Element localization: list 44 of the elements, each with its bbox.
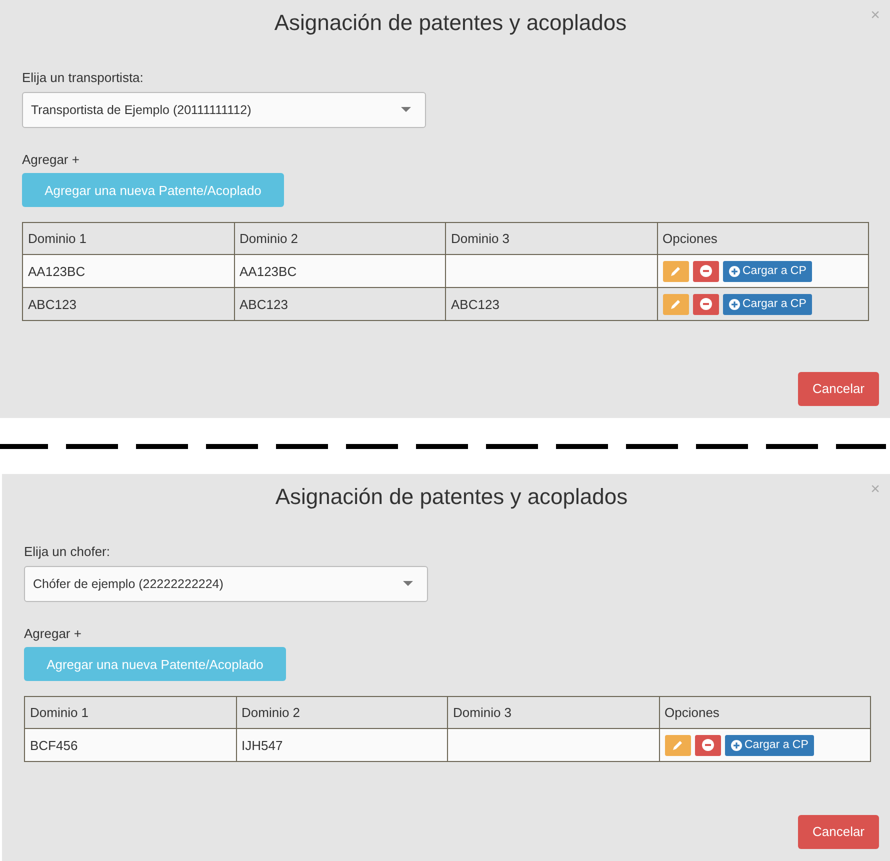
pencil-icon [670,298,682,310]
pencil-icon [670,265,682,278]
column-header: Dominio 3 [446,222,657,255]
column-header: Dominio 1 [24,696,236,729]
table-cell: AA123BC [22,254,234,288]
column-header: Dominio 2 [236,696,448,729]
column-header: Opciones [659,696,870,729]
table-cell: AA123BC [234,254,446,288]
section-label: Agregar + [22,150,80,169]
column-header: Opciones [657,222,868,255]
minus-circle-icon [702,739,714,752]
column-header: Dominio 1 [22,222,234,255]
column-header: Dominio 2 [234,222,446,255]
plus-circle-icon [730,740,742,751]
plus-circle-icon [728,266,740,277]
upload-button[interactable]: Cargar a CP [722,260,812,282]
table-cell: ABC123 [446,288,657,321]
field-label: Elija un transportista: [22,69,144,88]
dialog-title: Asignación de patentes y acoplados [275,484,628,510]
column-header: Dominio 3 [448,696,659,729]
pencil-icon [672,739,684,752]
caret-icon [403,581,413,586]
cancel-button[interactable]: Cancelar [798,815,879,849]
cancel-button[interactable]: Cancelar [798,372,879,406]
remove-button[interactable] [692,294,718,315]
add-button[interactable]: Agregar una nueva Patente/Acoplado [22,173,284,208]
select-dropdown[interactable]: Chófer de ejemplo (22222222224) [24,566,428,602]
caret-icon [401,107,411,112]
add-button[interactable]: Agregar una nueva Patente/Acoplado [24,647,286,682]
dialog-title: Asignación de patentes y acoplados [274,10,627,36]
plus-circle-icon [728,298,740,310]
table-cell: BCF456 [24,728,236,762]
section-label: Agregar + [24,624,82,643]
upload-button[interactable]: Cargar a CP [722,294,812,315]
remove-button[interactable] [694,734,720,756]
field-label: Elija un chofer: [24,543,110,562]
table-cell: ABC123 [234,288,446,321]
upload-button[interactable]: Cargar a CP [724,734,814,756]
minus-circle-icon [700,298,712,310]
table-cell: ABC123 [22,288,234,321]
select-dropdown[interactable]: Transportista de Ejemplo (20111111112) [22,92,426,128]
table-cell: IJH547 [236,728,448,762]
minus-circle-icon [700,265,712,278]
remove-button[interactable] [692,260,718,282]
